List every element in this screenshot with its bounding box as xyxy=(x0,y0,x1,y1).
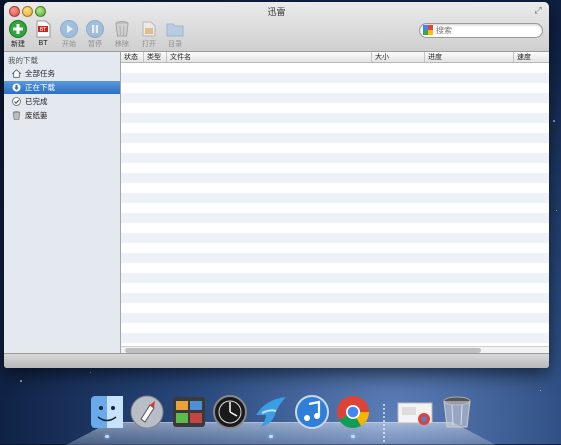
sidebar-item-label: 全部任务 xyxy=(25,69,55,78)
new-task-label: 新建 xyxy=(11,40,25,48)
chrome-icon[interactable] xyxy=(334,393,372,431)
sidebar-item-downloading[interactable]: 正在下载 xyxy=(4,81,120,94)
trash-icon[interactable] xyxy=(438,393,476,431)
new-task-button[interactable]: 新建 xyxy=(5,20,31,49)
column-speed[interactable]: 速度 xyxy=(514,52,549,62)
column-filename[interactable]: 文件名 xyxy=(167,52,372,62)
trash-icon xyxy=(12,111,21,120)
search-field[interactable] xyxy=(419,23,543,38)
folder-label: 目录 xyxy=(168,40,182,48)
svg-text:BT: BT xyxy=(40,27,47,33)
running-indicator xyxy=(105,435,109,438)
play-icon xyxy=(60,20,78,38)
bt-label: BT xyxy=(38,39,48,47)
search-input[interactable] xyxy=(436,24,536,37)
xunlei-window: 迅雷 ⤢ 新建 BT BT 开始 暂停 移除 打开 目录 搜索 我的下载 全部任… xyxy=(4,2,549,368)
task-rows xyxy=(121,63,549,348)
bt-button[interactable]: BT BT xyxy=(30,20,56,47)
bt-file-icon: BT xyxy=(36,20,51,38)
sidebar-item-label: 已完成 xyxy=(25,97,48,106)
window-title: 迅雷 xyxy=(267,8,286,18)
start-button[interactable]: 开始 xyxy=(56,20,82,49)
running-indicator xyxy=(269,435,273,438)
open-label: 打开 xyxy=(142,40,156,48)
column-progress[interactable]: 进度 xyxy=(425,52,514,62)
sidebar-item-label: 废纸篓 xyxy=(25,111,48,120)
folder-button[interactable]: 目录 xyxy=(162,20,188,49)
folder-icon xyxy=(166,23,184,37)
column-header-row: 状态 类型 文件名 大小 进度 速度 xyxy=(121,52,549,63)
star xyxy=(20,380,22,382)
star xyxy=(90,372,91,373)
dashboard-icon[interactable] xyxy=(211,393,249,431)
plus-icon xyxy=(9,20,27,38)
home-icon xyxy=(12,69,21,78)
sidebar-item-label: 正在下载 xyxy=(25,83,55,92)
pause-label: 暂停 xyxy=(88,40,102,48)
google-icon xyxy=(423,25,433,35)
trash-icon xyxy=(115,21,129,37)
finder-icon[interactable] xyxy=(88,393,126,431)
running-indicator xyxy=(351,435,355,438)
star xyxy=(553,120,555,122)
launchpad-icon[interactable] xyxy=(128,393,166,431)
column-type[interactable]: 类型 xyxy=(144,52,167,62)
photo-booth-icon[interactable] xyxy=(170,393,208,431)
task-list[interactable]: 状态 类型 文件名 大小 进度 速度 xyxy=(121,52,549,354)
sidebar-item-all-tasks[interactable]: 全部任务 xyxy=(4,67,120,80)
status-bar xyxy=(4,353,549,368)
itunes-icon[interactable] xyxy=(293,393,331,431)
sidebar: 我的下载 全部任务 正在下载 已完成 废纸篓 xyxy=(4,52,121,354)
fullscreen-icon[interactable]: ⤢ xyxy=(533,6,543,16)
pause-icon xyxy=(86,20,104,38)
sidebar-item-trash[interactable]: 废纸篓 xyxy=(4,109,120,122)
downloads-stack-icon[interactable] xyxy=(396,393,434,431)
sidebar-item-completed[interactable]: 已完成 xyxy=(4,95,120,108)
remove-button[interactable]: 移除 xyxy=(109,20,135,49)
download-icon xyxy=(12,83,21,92)
open-button[interactable]: 打开 xyxy=(136,20,162,49)
column-size[interactable]: 大小 xyxy=(372,52,425,62)
titlebar: 迅雷 ⤢ 新建 BT BT 开始 暂停 移除 打开 目录 搜索 xyxy=(4,2,549,52)
check-icon xyxy=(12,97,21,106)
star xyxy=(556,210,557,211)
dock-separator xyxy=(383,404,385,442)
column-status[interactable]: 状态 xyxy=(121,52,144,62)
star xyxy=(540,390,541,391)
remove-label: 移除 xyxy=(115,40,129,48)
start-label: 开始 xyxy=(62,40,76,48)
pause-button[interactable]: 暂停 xyxy=(82,20,108,49)
sidebar-header: 我的下载 xyxy=(8,56,38,65)
open-file-icon xyxy=(142,21,156,37)
xunlei-icon[interactable] xyxy=(252,393,290,431)
